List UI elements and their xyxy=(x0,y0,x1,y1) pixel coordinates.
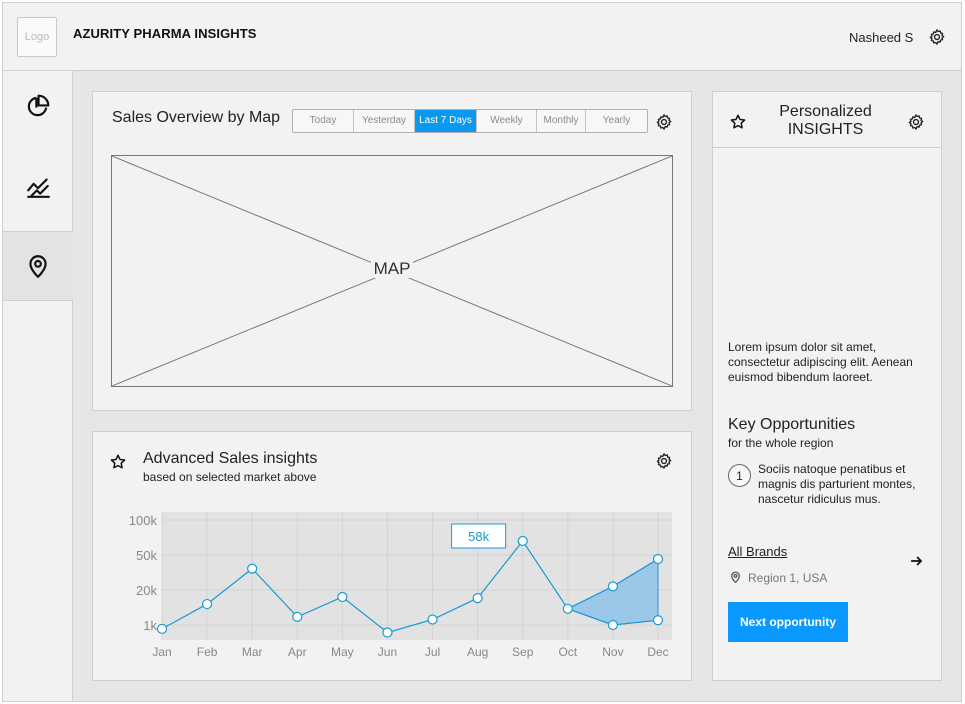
sales-map-panel: Sales Overview by Map Today Yesterday La… xyxy=(92,91,692,411)
range-monthly[interactable]: Monthly xyxy=(537,110,586,132)
insights-body-text: Lorem ipsum dolor sit amet, consectetur … xyxy=(728,340,913,384)
insights-title-line2: INSIGHTS xyxy=(787,121,864,138)
insights-panel: Personalized INSIGHTS Lorem ipsum dolor … xyxy=(712,91,942,681)
sidebar-item-trends[interactable] xyxy=(3,151,73,221)
data-point xyxy=(292,611,303,623)
data-point xyxy=(201,598,213,610)
logo[interactable]: Logo xyxy=(17,17,57,57)
range-weekly[interactable]: Weekly xyxy=(477,110,537,132)
x-tick-label: Oct xyxy=(558,645,577,659)
y-tick-label: 50k xyxy=(136,548,157,563)
x-tick-label: Jan xyxy=(152,645,171,659)
map-pin-icon xyxy=(29,255,47,278)
x-tick-label: Dec xyxy=(647,645,668,659)
plot-area xyxy=(162,512,672,640)
data-point xyxy=(562,603,573,614)
data-point xyxy=(156,623,168,634)
gear-icon[interactable] xyxy=(928,28,946,46)
range-yesterday[interactable]: Yesterday xyxy=(354,110,415,132)
star-icon[interactable] xyxy=(729,113,747,131)
app-frame: Logo AZURITY PHARMA INSIGHTS Nasheed S S… xyxy=(2,2,962,702)
location-pin-icon xyxy=(731,571,740,584)
y-tick-label: 20k xyxy=(136,583,157,598)
x-tick-label: Feb xyxy=(197,645,218,659)
opportunity-text: Sociis natoque penatibus et magnis dis p… xyxy=(758,462,916,506)
gear-icon[interactable] xyxy=(655,113,673,131)
insights-title: Personalized INSIGHTS xyxy=(763,103,888,139)
user-name[interactable]: Nasheed S xyxy=(849,30,913,45)
data-point xyxy=(472,592,483,604)
map-placeholder[interactable]: MAP xyxy=(111,155,673,387)
data-point xyxy=(517,535,528,547)
date-range-selector: Today Yesterday Last 7 Days Weekly Month… xyxy=(292,109,648,133)
map-panel-title: Sales Overview by Map xyxy=(112,109,281,126)
x-tick-label: Jun xyxy=(378,645,397,659)
key-opportunities-title: Key Opportunities xyxy=(728,416,856,433)
data-point xyxy=(607,581,619,592)
y-tick-label: 1k xyxy=(143,618,157,633)
range-today[interactable]: Today xyxy=(293,110,354,132)
x-tick-label: Apr xyxy=(288,645,307,659)
map-label: MAP xyxy=(112,259,672,279)
sales-line-chart[interactable]: 1k 20k 50k 100k Jan Feb Mar Apr May Jun Jul Aug Sep O… xyxy=(93,432,691,680)
data-point xyxy=(652,615,664,626)
x-tick-label: Sep xyxy=(512,645,534,659)
arrow-right-icon[interactable] xyxy=(910,554,924,568)
insights-title-line1: Personalized xyxy=(779,103,872,120)
data-point xyxy=(382,627,393,638)
value-tooltip-label: 58k xyxy=(468,529,489,544)
sidebar xyxy=(3,71,73,701)
x-tick-label: Jul xyxy=(425,645,440,659)
sidebar-item-map[interactable] xyxy=(3,231,73,301)
x-tick-label: May xyxy=(331,645,354,659)
key-opportunities-subtitle: for the whole region xyxy=(728,436,834,450)
pie-chart-icon xyxy=(27,94,50,117)
range-last-7-days[interactable]: Last 7 Days xyxy=(415,110,477,132)
trend-chart-icon xyxy=(27,178,50,198)
data-point xyxy=(652,553,664,565)
top-header: Logo AZURITY PHARMA INSIGHTS Nasheed S xyxy=(3,3,961,71)
all-brands-link[interactable]: All Brands xyxy=(728,544,787,559)
advanced-sales-panel: Advanced Sales insights based on selecte… xyxy=(92,431,692,681)
range-yearly[interactable]: Yearly xyxy=(586,110,647,132)
data-point xyxy=(337,591,348,603)
app-title: AZURITY PHARMA INSIGHTS xyxy=(73,26,257,41)
x-tick-label: Mar xyxy=(242,645,263,659)
x-tick-label: Aug xyxy=(467,645,488,659)
data-point xyxy=(247,563,258,574)
gear-icon[interactable] xyxy=(907,113,925,131)
sidebar-item-analytics[interactable] xyxy=(3,71,73,141)
x-tick-label: Nov xyxy=(602,645,623,659)
next-opportunity-button[interactable]: Next opportunity xyxy=(728,602,848,642)
opportunity-number-badge: 1 xyxy=(728,464,751,487)
y-tick-label: 100k xyxy=(129,513,158,528)
divider xyxy=(713,147,941,148)
region-label: Region 1, USA xyxy=(748,571,828,585)
data-point xyxy=(607,619,619,631)
data-point xyxy=(427,614,438,625)
